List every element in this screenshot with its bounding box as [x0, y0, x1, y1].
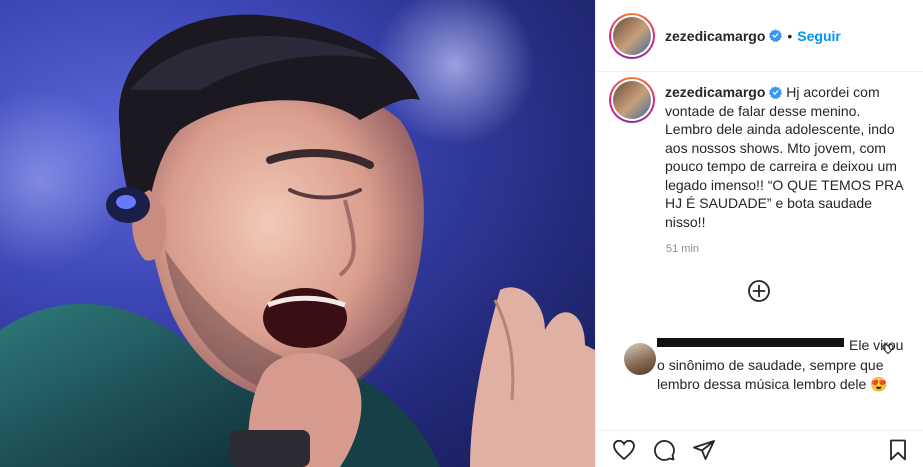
author-username[interactable]: zezedicamargo — [665, 28, 765, 44]
author-avatar[interactable] — [609, 12, 655, 59]
verified-badge-icon — [769, 29, 783, 42]
heart-icon[interactable] — [612, 438, 636, 462]
comment-icon[interactable] — [652, 438, 676, 462]
comment-like-heart-icon[interactable] — [882, 343, 894, 355]
caption-username[interactable]: zezedicamargo — [665, 84, 765, 100]
verified-badge-icon — [769, 86, 783, 99]
post-photo[interactable] — [0, 0, 595, 467]
caption-avatar[interactable] — [609, 77, 655, 123]
redaction-bar — [657, 338, 844, 347]
post-timestamp[interactable]: 51 min — [666, 243, 914, 255]
caption: zezedicamargo Hj acordei com vontade de … — [609, 77, 914, 255]
caption-body: Hj acordei com vontade de falar desse me… — [665, 84, 903, 230]
bookmark-icon[interactable] — [886, 438, 910, 462]
singer-photo — [0, 0, 595, 467]
plus-circle-icon[interactable] — [747, 279, 771, 303]
follow-button[interactable]: Seguir — [797, 28, 841, 44]
comment-body: sinônimo de saudade, sempre que lembro d… — [657, 356, 884, 393]
post-sidebar: zezedicamargo • Seguir zezedicamargo Hj … — [595, 0, 923, 467]
action-bar — [596, 430, 923, 467]
paper-plane-icon[interactable] — [692, 438, 716, 462]
caption-text: zezedicamargo Hj acordei com vontade de … — [665, 77, 905, 231]
post-header: zezedicamargo • Seguir — [596, 0, 923, 72]
header-separator: • — [787, 27, 793, 44]
emoji-heart-eyes: 😍 — [870, 376, 888, 392]
instagram-post: zezedicamargo • Seguir zezedicamargo Hj … — [0, 0, 923, 467]
commenter-avatar[interactable] — [624, 343, 656, 375]
